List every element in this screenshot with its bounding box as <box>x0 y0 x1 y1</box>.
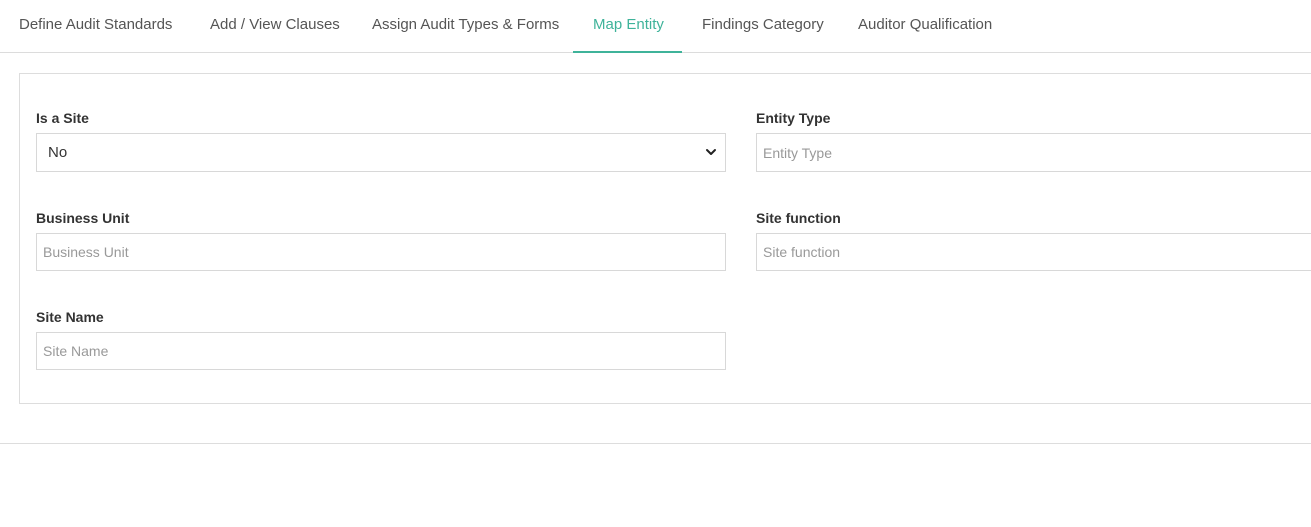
business-unit-label: Business Unit <box>36 210 130 226</box>
is-site-select[interactable]: No <box>36 133 726 172</box>
tab-add-view-clauses[interactable]: Add / View Clauses <box>210 0 340 52</box>
divider <box>0 443 1311 444</box>
tab-map-entity[interactable]: Map Entity <box>573 0 682 53</box>
is-site-label: Is a Site <box>36 110 89 126</box>
tab-auditor-qualification[interactable]: Auditor Qualification <box>858 0 992 52</box>
tab-bar: Define Audit Standards Add / View Clause… <box>0 0 1311 53</box>
site-function-input[interactable] <box>756 233 1311 271</box>
site-name-input[interactable] <box>36 332 726 370</box>
site-name-label: Site Name <box>36 309 104 325</box>
entity-type-label: Entity Type <box>756 110 831 126</box>
entity-type-input[interactable] <box>756 133 1311 172</box>
tab-define-audit-standards[interactable]: Define Audit Standards <box>19 0 172 52</box>
is-site-value: No <box>48 144 68 161</box>
site-function-label: Site function <box>756 210 841 226</box>
business-unit-input[interactable] <box>36 233 726 271</box>
tab-assign-audit-types-forms[interactable]: Assign Audit Types & Forms <box>372 0 559 52</box>
tab-findings-category[interactable]: Findings Category <box>702 0 824 52</box>
chevron-down-icon <box>706 149 716 155</box>
